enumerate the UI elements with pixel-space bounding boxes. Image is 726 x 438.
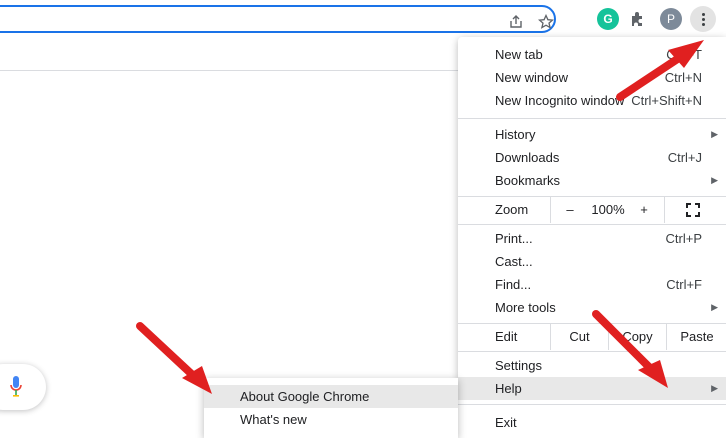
- annotation-arrows: [136, 40, 704, 394]
- annotation-arrow-kebab: [616, 40, 704, 101]
- annotation-arrow-help: [592, 310, 668, 388]
- annotation-arrow-about: [136, 322, 212, 394]
